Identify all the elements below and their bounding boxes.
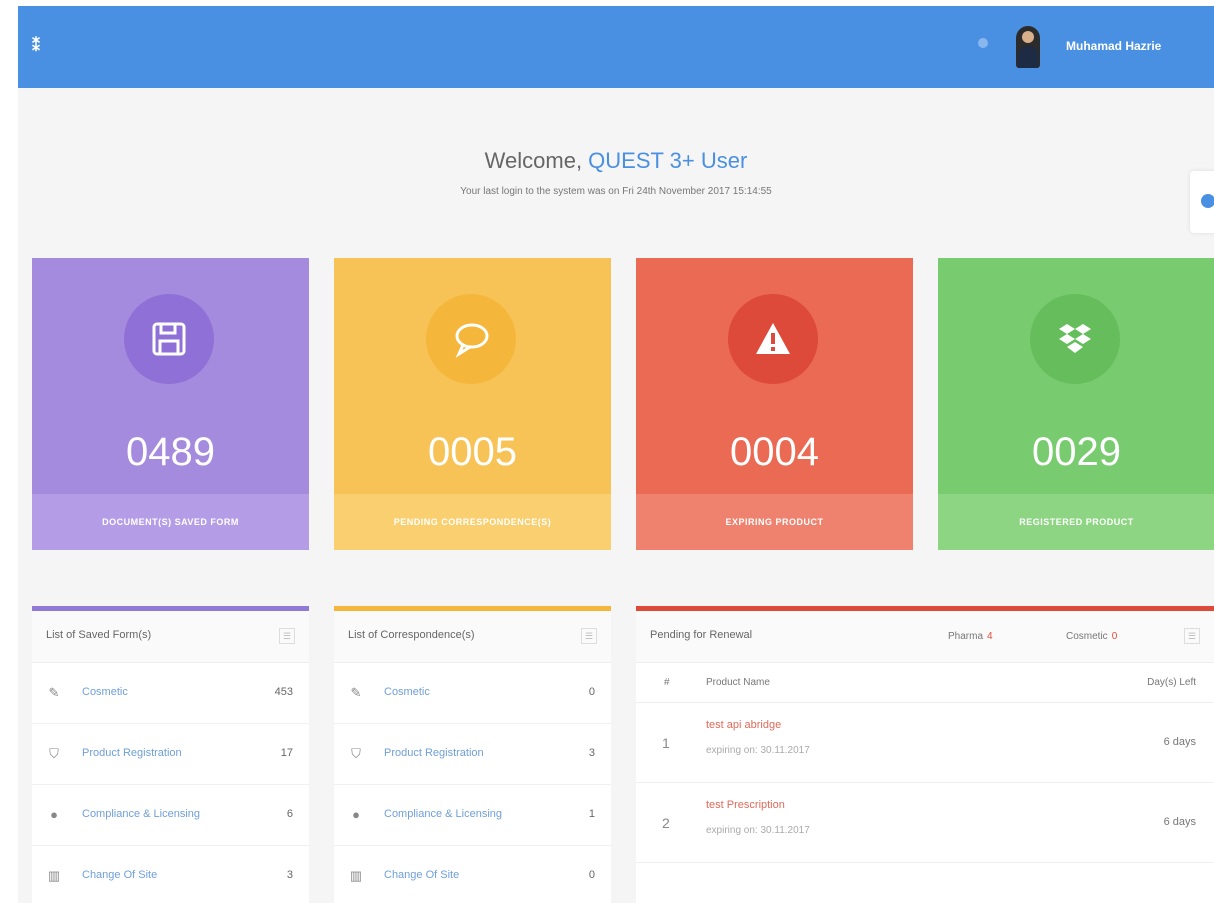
last-login-text: Your last login to the system was on Fri…: [460, 186, 772, 197]
stat-value: 0489: [126, 430, 215, 474]
list-item[interactable]: ▥ Change Of Site 3: [32, 846, 309, 903]
welcome-heading: Welcome, QUEST 3+ User: [18, 148, 1214, 174]
building-icon: ▥: [349, 868, 363, 883]
row-index: 1: [662, 735, 670, 751]
stat-icon-circle: [1030, 294, 1120, 384]
tab-pharma[interactable]: Pharma 4: [948, 611, 993, 663]
stat-link[interactable]: EXPIRING PRODUCT: [636, 494, 913, 550]
tab-badge: 4: [987, 631, 993, 642]
column-days-left: Day(s) Left: [1147, 677, 1196, 688]
stat-icon-circle: [124, 294, 214, 384]
renewal-panel: Pending for Renewal Pharma 4 Cosmetic 0 ☰ …: [636, 606, 1214, 903]
pen-icon: ✎: [350, 685, 362, 700]
column-product-name: Product Name: [706, 677, 770, 688]
saved-forms-panel: List of Saved Form(s) ☰ ✎ Cosmetic 453 ⛉ Pr…: [32, 606, 309, 903]
shield-icon: ⛉: [49, 746, 59, 761]
list-item[interactable]: ⛉ Product Registration 17: [32, 724, 309, 785]
user-name[interactable]: Muhamad Hazrie: [1066, 39, 1161, 53]
list-item-label[interactable]: Product Registration: [82, 747, 182, 759]
circle-icon: ●: [352, 807, 360, 822]
panel-title: List of Saved Form(s): [46, 629, 152, 641]
pen-icon: ✎: [48, 685, 60, 700]
list-item[interactable]: ● Compliance & Licensing 6: [32, 785, 309, 846]
correspondences-panel: List of Correspondence(s) ☰ ✎ Cosmetic 0 ⛉…: [334, 606, 611, 903]
days-left: 6 days: [1163, 736, 1196, 748]
list-item-count: 3: [588, 747, 595, 759]
list-item-count: 3: [286, 869, 293, 881]
list-item-label[interactable]: Compliance & Licensing: [384, 808, 502, 820]
list-item[interactable]: ▥ Change Of Site 0: [334, 846, 611, 903]
stat-value: 0005: [428, 430, 517, 474]
welcome-app-name: QUEST 3+ User: [588, 148, 748, 173]
stat-link[interactable]: REGISTERED PRODUCT: [938, 494, 1214, 550]
stat-value: 0004: [730, 430, 819, 474]
stat-card-registered: 0029 REGISTERED PRODUCT: [938, 258, 1214, 550]
list-item-count: 0: [588, 686, 595, 698]
list-item-label[interactable]: Cosmetic: [384, 686, 430, 698]
stat-link[interactable]: DOCUMENT(S) SAVED FORM: [32, 494, 309, 550]
days-left: 6 days: [1163, 816, 1196, 828]
notification-icon[interactable]: [978, 38, 988, 48]
product-name-link[interactable]: test Prescription: [706, 799, 785, 811]
settings-side-tab[interactable]: [1190, 171, 1214, 233]
list-item-label[interactable]: Compliance & Licensing: [82, 808, 200, 820]
floppy-disk-icon: [152, 322, 186, 356]
menu-toggle-icon[interactable]: ⁑: [32, 36, 40, 56]
list-item-label[interactable]: Change Of Site: [82, 869, 157, 881]
list-item-count: 0: [588, 869, 595, 881]
table-row: 1 test api abridge expiring on: 30.11.20…: [636, 703, 1214, 783]
avatar[interactable]: [1016, 26, 1040, 68]
panel-header: List of Saved Form(s) ☰: [32, 611, 309, 663]
speech-bubble-icon: [455, 323, 489, 358]
tab-badge: 0: [1111, 631, 1118, 642]
tab-label: Cosmetic: [1066, 631, 1108, 642]
warning-triangle-icon: [756, 323, 790, 354]
circle-icon: ●: [50, 807, 58, 822]
product-name-link[interactable]: test api abridge: [706, 719, 781, 731]
stat-link[interactable]: PENDING CORRESPONDENCE(S): [334, 494, 611, 550]
list-item[interactable]: ✎ Cosmetic 0: [334, 663, 611, 724]
stat-card-saved-forms: 0489 DOCUMENT(S) SAVED FORM: [32, 258, 309, 550]
stat-value: 0029: [1032, 430, 1121, 474]
dashboard-page: ⁑ Muhamad Hazrie Welcome, QUEST 3+ User …: [18, 6, 1214, 903]
expiry-text: expiring on: 30.11.2017: [706, 745, 810, 756]
expiry-text: expiring on: 30.11.2017: [706, 825, 810, 836]
panel-title: List of Correspondence(s): [348, 629, 475, 641]
list-item[interactable]: ✎ Cosmetic 453: [32, 663, 309, 724]
list-item-count: 6: [286, 808, 293, 820]
list-item-count: 1: [588, 808, 595, 820]
stat-card-correspondences: 0005 PENDING CORRESPONDENCE(S): [334, 258, 611, 550]
panel-header: Pending for Renewal Pharma 4 Cosmetic 0 ☰: [636, 611, 1214, 663]
panel-header: List of Correspondence(s) ☰: [334, 611, 611, 663]
table-header: # Product Name Day(s) Left: [636, 663, 1214, 703]
list-item[interactable]: ● Compliance & Licensing 1: [334, 785, 611, 846]
dropbox-icon: [1059, 324, 1091, 353]
list-item-label[interactable]: Change Of Site: [384, 869, 459, 881]
list-item-label[interactable]: Product Registration: [384, 747, 484, 759]
list-item-count: 17: [280, 747, 293, 759]
building-icon: ▥: [47, 868, 61, 883]
top-navbar: ⁑ Muhamad Hazrie: [18, 6, 1214, 88]
table-row: 2 test Prescription expiring on: 30.11.2…: [636, 783, 1214, 863]
list-item-label[interactable]: Cosmetic: [82, 686, 128, 698]
stat-card-expiring: 0004 EXPIRING PRODUCT: [636, 258, 913, 550]
stat-icon-circle: [426, 294, 516, 384]
list-item-count: 453: [274, 686, 293, 698]
stat-icon-circle: [728, 294, 818, 384]
column-index: #: [664, 677, 670, 688]
shield-icon: ⛉: [351, 746, 361, 761]
tab-label: Pharma: [948, 631, 984, 642]
panel-menu-button[interactable]: ☰: [1184, 628, 1200, 644]
panel-title: Pending for Renewal: [650, 629, 753, 641]
row-index: 2: [662, 815, 670, 831]
welcome-prefix: Welcome,: [484, 148, 589, 173]
gear-icon: [1201, 194, 1214, 208]
panel-menu-button[interactable]: ☰: [279, 628, 295, 644]
tab-cosmetic[interactable]: Cosmetic 0: [1066, 611, 1117, 663]
panel-menu-button[interactable]: ☰: [581, 628, 597, 644]
list-item[interactable]: ⛉ Product Registration 3: [334, 724, 611, 785]
